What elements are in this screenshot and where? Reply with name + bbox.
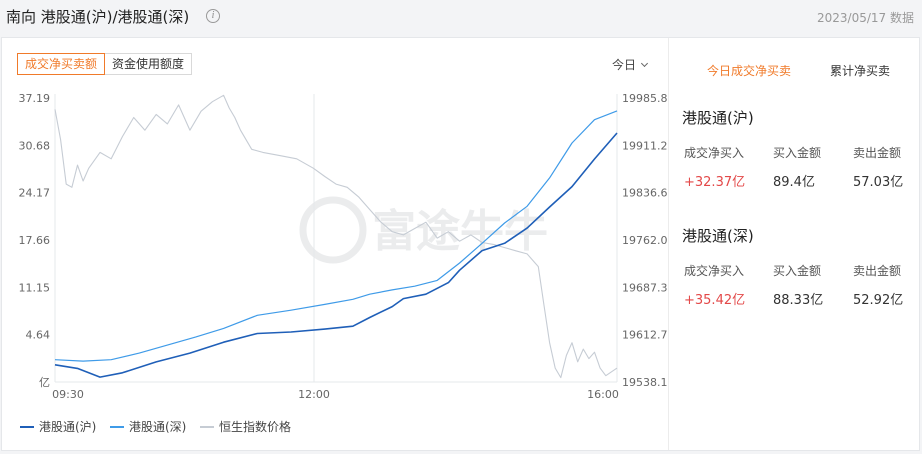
tab-cumulative-net[interactable]: 累计净买卖 bbox=[830, 62, 890, 79]
y-right-tick-label: 19911.2 bbox=[622, 139, 668, 152]
sh-label-buy: 买入金额 bbox=[773, 146, 822, 160]
sh-label-sell: 卖出金额 bbox=[853, 146, 902, 160]
sz-value-buy: 88.33亿 bbox=[773, 293, 824, 308]
y-left-unit-label: 亿 bbox=[39, 376, 50, 389]
data-date: 2023/05/17 数据 bbox=[817, 11, 914, 25]
y-right-tick-label: 19612.7 bbox=[622, 329, 668, 342]
y-left-tick-label: 17.66 bbox=[19, 234, 51, 247]
summary-tabs: 今日成交净买卖 累计净买卖 bbox=[669, 58, 921, 82]
sz-label-net: 成交净买入 bbox=[684, 264, 745, 278]
sh-label-net: 成交净买入 bbox=[684, 146, 745, 160]
sh-value-net: +32.37亿 bbox=[684, 175, 746, 190]
y-left-tick-label: 4.64 bbox=[26, 329, 51, 342]
chart-axes: 37.19 30.68 24.17 17.66 11.15 4.64 亿 19985.8 199… bbox=[19, 92, 668, 401]
sz-label-buy: 买入金额 bbox=[773, 264, 822, 278]
sz-value-net: +35.42亿 bbox=[684, 293, 746, 308]
y-left-tick-label: 24.17 bbox=[19, 187, 51, 200]
sz-label-sell: 卖出金额 bbox=[853, 264, 902, 278]
legend-label: 港股通(深) bbox=[129, 420, 186, 434]
y-left-tick-label: 30.68 bbox=[19, 139, 51, 152]
chart-legend: 港股通(沪) 港股通(深) 恒生指数价格 bbox=[20, 419, 291, 434]
y-right-tick-label: 19836.6 bbox=[622, 187, 668, 200]
watermark-logo bbox=[299, 196, 367, 264]
y-left-tick-label: 11.15 bbox=[19, 281, 51, 294]
sh-value-buy: 89.4亿 bbox=[773, 175, 815, 190]
sz-value-sell: 52.92亿 bbox=[853, 293, 904, 308]
y-right-tick-label: 19985.8 bbox=[622, 92, 668, 105]
chart: 富途牛牛 37.19 30.68 24.17 17.66 11.15 4.64 亿 19985… bbox=[19, 92, 668, 434]
top-bar: 南向 港股通(沪)/港股通(深) i 2023/05/17 数据 bbox=[0, 0, 922, 34]
panel-divider bbox=[668, 38, 669, 450]
sz-block-title: 港股通(深) bbox=[682, 227, 754, 245]
main-panel: 成交净买卖额 资金使用额度 今日 富途牛牛 37.19 30.68 24.17 17.… bbox=[1, 37, 920, 451]
legend-label: 恒生指数价格 bbox=[219, 419, 291, 434]
x-tick-label: 09:30 bbox=[52, 388, 84, 401]
x-tick-label: 12:00 bbox=[298, 388, 330, 401]
y-left-tick-label: 37.19 bbox=[19, 92, 51, 105]
page-title: 南向 港股通(沪)/港股通(深) bbox=[6, 8, 190, 26]
legend-label: 港股通(沪) bbox=[39, 420, 96, 434]
y-right-tick-label: 19687.3 bbox=[622, 281, 668, 294]
sh-block-title: 港股通(沪) bbox=[682, 109, 754, 127]
watermark: 富途牛牛 bbox=[299, 196, 548, 264]
x-tick-label: 16:00 bbox=[587, 388, 619, 401]
sh-value-sell: 57.03亿 bbox=[853, 175, 904, 190]
info-icon[interactable]: i bbox=[206, 9, 220, 23]
y-right-tick-label: 19538.1 bbox=[622, 376, 668, 389]
y-right-tick-label: 19762.0 bbox=[622, 234, 668, 247]
tab-today-net[interactable]: 今日成交净买卖 bbox=[707, 62, 791, 79]
